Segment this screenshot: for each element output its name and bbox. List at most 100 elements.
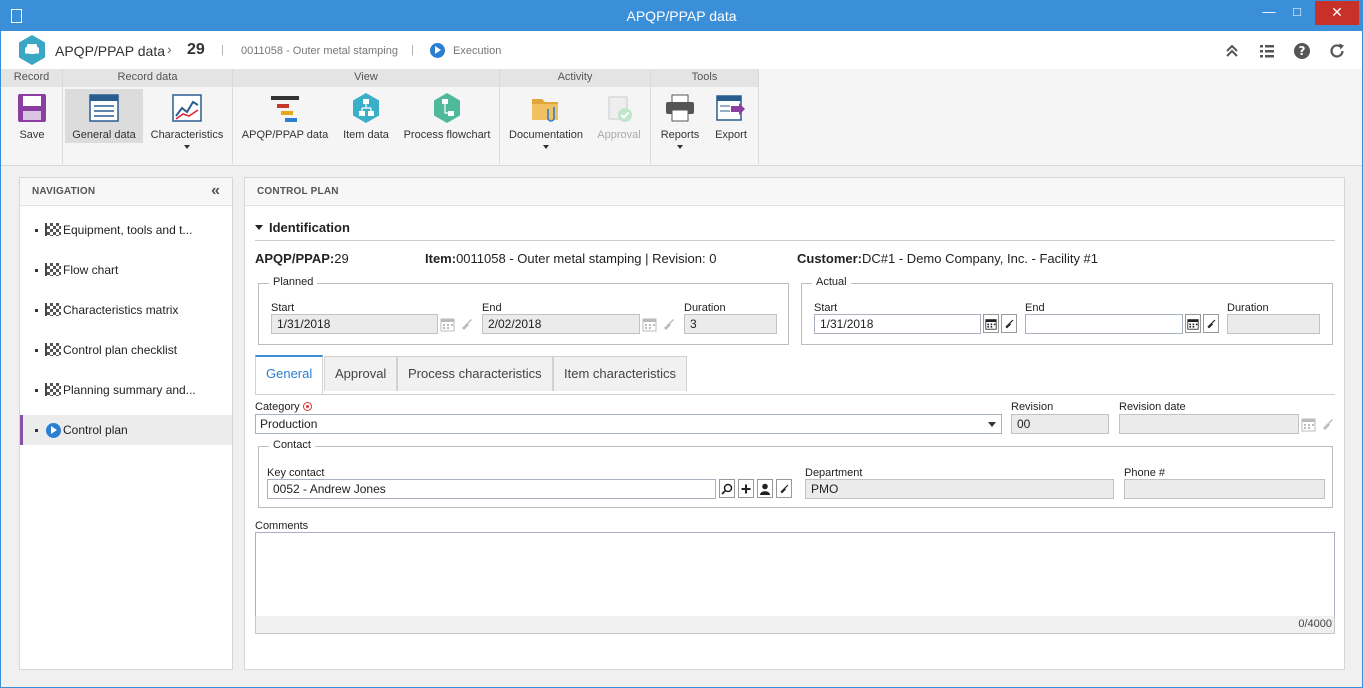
actual-duration-label: Duration <box>1227 302 1269 314</box>
tab-process-characteristics[interactable]: Process characteristics <box>397 356 553 391</box>
customer-value: DC#1 - Demo Company, Inc. - Facility #1 <box>862 251 1099 266</box>
actual-end-field[interactable] <box>1025 314 1183 334</box>
department-field[interactable]: PMO <box>805 479 1114 499</box>
actual-start-field[interactable]: 1/31/2018 <box>814 314 981 334</box>
clear-button[interactable] <box>1001 314 1017 333</box>
minimize-button[interactable]: — <box>1254 1 1284 25</box>
title-bar: APQP/PPAP data — □ ✕ <box>1 1 1362 31</box>
approval-label: Approval <box>597 129 641 141</box>
key-contact-field[interactable]: 0052 - Andrew Jones <box>267 479 716 499</box>
bullet <box>35 269 38 272</box>
expand-triangle-icon <box>255 225 263 230</box>
planned-duration-field[interactable]: 3 <box>684 314 777 334</box>
separator: | <box>411 44 414 56</box>
checkered-flag-icon <box>45 303 61 316</box>
execution-play-icon <box>430 43 445 58</box>
export-button[interactable]: Export <box>707 89 755 143</box>
calendar-icon <box>985 319 997 330</box>
user-button[interactable] <box>757 479 773 498</box>
item-info: Item:0011058 - Outer metal stamping | Re… <box>425 251 716 266</box>
actual-end-label: End <box>1025 302 1045 314</box>
process-flowchart-button[interactable]: Process flowchart <box>399 89 495 143</box>
revision-field[interactable]: 00 <box>1011 414 1109 434</box>
nav-item-control-plan[interactable]: Control plan <box>20 415 232 445</box>
close-button[interactable]: ✕ <box>1315 1 1359 25</box>
tab-item-characteristics[interactable]: Item characteristics <box>553 356 687 391</box>
identification-section-toggle[interactable]: Identification <box>255 220 350 235</box>
ribbon-group-label: Record data <box>63 69 232 87</box>
ribbon-toolbar: Record Save Record data General data Cha… <box>1 69 1362 166</box>
calendar-icon[interactable] <box>440 317 455 332</box>
panel-title: CONTROL PLAN <box>245 178 1344 206</box>
clear-brush-icon <box>1005 319 1014 329</box>
characteristics-button[interactable]: Characteristics <box>147 89 227 149</box>
nav-item-planning-summary[interactable]: Planning summary and... <box>20 375 232 405</box>
save-button[interactable]: Save <box>5 89 59 143</box>
nav-item-characteristics-matrix[interactable]: Characteristics matrix <box>20 295 232 325</box>
comments-textarea[interactable] <box>255 532 1335 617</box>
nav-item-flow-chart[interactable]: Flow chart <box>20 255 232 285</box>
navigation-title: NAVIGATION <box>20 178 232 206</box>
ribbon-group-record: Record Save <box>1 69 63 164</box>
printer-icon <box>666 94 694 122</box>
calendar-icon[interactable] <box>1301 417 1316 432</box>
ribbon-group-activity: Activity Documentation Approval <box>500 69 651 164</box>
calendar-icon[interactable] <box>642 317 657 332</box>
ribbon-group-label: Activity <box>500 69 650 87</box>
planned-start-field[interactable]: 1/31/2018 <box>271 314 438 334</box>
search-button[interactable] <box>719 479 735 498</box>
clear-button[interactable] <box>1203 314 1219 333</box>
clear-brush-icon[interactable] <box>458 317 473 332</box>
nav-item-equipment[interactable]: Equipment, tools and t... <box>20 215 232 245</box>
tab-general[interactable]: General <box>255 355 324 395</box>
maximize-button[interactable]: □ <box>1282 1 1312 25</box>
nav-item-label: Equipment, tools and t... <box>63 223 193 237</box>
revision-date-field[interactable] <box>1119 414 1299 434</box>
nav-item-label: Control plan checklist <box>63 343 178 357</box>
planned-end-field[interactable]: 2/02/2018 <box>482 314 640 334</box>
general-data-button[interactable]: General data <box>65 89 143 143</box>
item-data-button[interactable]: Item data <box>337 89 395 143</box>
line-chart-icon <box>172 94 202 122</box>
clear-button[interactable] <box>776 479 792 498</box>
tab-divider <box>255 394 1335 395</box>
bullet <box>35 309 38 312</box>
documentation-button[interactable]: Documentation <box>504 89 588 149</box>
collapse-up-icon[interactable] <box>1223 42 1241 60</box>
breadcrumb-chevron-icon: › <box>167 41 172 57</box>
phone-field[interactable] <box>1124 479 1325 499</box>
refresh-icon[interactable] <box>1328 42 1346 60</box>
revision-date-label: Revision date <box>1119 401 1186 413</box>
nav-item-control-plan-checklist[interactable]: Control plan checklist <box>20 335 232 365</box>
bullet <box>35 349 38 352</box>
reports-button[interactable]: Reports <box>655 89 705 149</box>
calendar-button[interactable] <box>983 314 999 333</box>
collapse-left-icon[interactable]: « <box>211 182 220 200</box>
calendar-button[interactable] <box>1185 314 1201 333</box>
navigation-panel: NAVIGATION « Equipment, tools and t... F… <box>19 177 233 670</box>
customer-info: Customer:DC#1 - Demo Company, Inc. - Fac… <box>797 251 1098 266</box>
tab-approval[interactable]: Approval <box>324 356 398 391</box>
clear-brush-icon <box>780 484 789 494</box>
department-label: Department <box>805 467 863 479</box>
actual-legend: Actual <box>812 276 851 288</box>
general-data-label: General data <box>72 129 136 141</box>
calendar-icon <box>1187 319 1199 330</box>
process-flowchart-label: Process flowchart <box>403 129 491 141</box>
ribbon-group-label: Tools <box>651 69 758 87</box>
user-icon <box>760 483 770 495</box>
clear-brush-icon[interactable] <box>1319 417 1334 432</box>
list-icon[interactable] <box>1258 42 1276 60</box>
help-icon[interactable]: ? <box>1293 42 1311 60</box>
actual-fieldset: Actual Start 1/31/2018 End Duration <box>801 276 1333 345</box>
apqp-info: APQP/PPAP:29 <box>255 251 349 266</box>
app-window: APQP/PPAP data — □ ✕ APQP/PPAP data › 29… <box>0 0 1363 688</box>
apqp-data-button[interactable]: APQP/PPAP data <box>239 89 331 143</box>
dropdown-arrow-icon <box>184 145 190 149</box>
add-contact-button[interactable] <box>738 479 754 498</box>
category-select[interactable]: Production <box>255 414 1002 434</box>
actual-duration-field[interactable] <box>1227 314 1320 334</box>
clear-brush-icon[interactable] <box>660 317 675 332</box>
planned-fieldset: Planned Start 1/31/2018 End 2/02/2018 Du… <box>258 276 789 345</box>
approval-button[interactable]: Approval <box>592 89 646 143</box>
